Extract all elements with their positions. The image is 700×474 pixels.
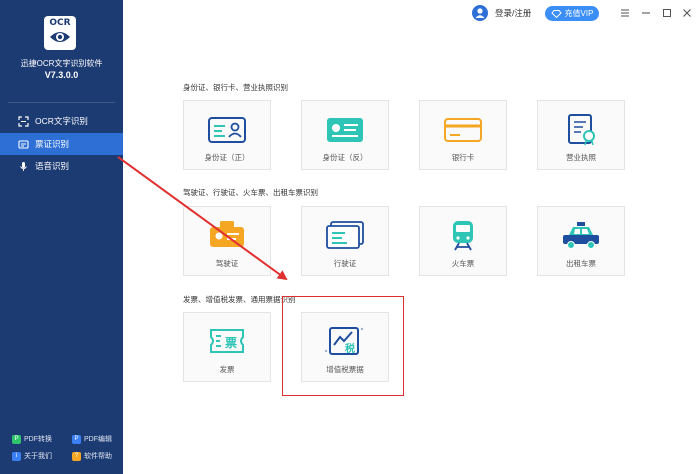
card-label: 驾驶证 [215,259,239,268]
title-bar: 登录/注册 充值VIP [123,0,700,28]
help-label: 软件帮助 [84,453,112,460]
vehicle-license-icon [302,217,388,253]
menu-icon [621,9,629,17]
card-taxi-ticket[interactable]: 出租车票 [537,206,625,276]
app-version: V7.3.0.0 [44,70,79,80]
help-link[interactable]: ? 软件帮助 [72,451,112,461]
highlight-box [282,296,404,396]
section-title-vehicle: 驾驶证、行驶证、火车票、出租车票识别 [183,188,318,197]
card-id-back[interactable]: 身份证（反） [301,100,389,170]
diamond-icon [550,9,562,18]
ticket-icon [18,139,29,150]
card-label: 身份证（正） [204,153,250,162]
card-label: 银行卡 [451,153,475,162]
pdf-convert-icon: P [12,434,21,444]
app-logo: OCR [44,16,76,50]
card-driver-license[interactable]: 驾驶证 [183,206,271,276]
driver-license-icon [184,217,270,253]
vip-label: 充值VIP [564,9,594,18]
id-card-back-icon [302,111,388,147]
card-label: 出租车票 [566,259,596,268]
sidebar-item-label: 票证识别 [35,139,70,149]
close-icon [683,9,691,17]
pdf-convert-label: PDF转换 [24,436,52,443]
about-label: 关于我们 [24,453,52,460]
sidebar-divider [8,102,115,103]
business-license-icon [538,111,624,147]
card-bank-card[interactable]: 银行卡 [419,100,507,170]
sidebar-item-ocr[interactable]: OCR文字识别 [0,110,123,132]
card-label: 发票 [219,365,235,374]
help-icon: ? [72,451,81,461]
card-train-ticket[interactable]: 火车票 [419,206,507,276]
id-card-front-icon [184,111,270,147]
sidebar-item-voice[interactable]: 语音识别 [0,155,123,177]
login-link[interactable]: 登录/注册 [472,5,531,21]
train-icon [420,217,506,253]
minimize-button[interactable] [639,6,653,20]
section-title-invoice: 发票、增值税发票、通用票据识别 [183,295,296,304]
close-button[interactable] [680,6,694,20]
info-icon: i [12,451,21,461]
card-label: 行驶证 [333,259,357,268]
bank-card-icon [420,111,506,147]
pdf-edit-icon: P [72,434,81,444]
minimize-icon [642,12,650,14]
card-id-front[interactable]: 身份证（正） [183,100,271,170]
sidebar-item-label: 语音识别 [35,161,70,171]
avatar-icon [472,5,488,21]
taxi-icon [538,217,624,253]
pdf-edit-label: PDF编辑 [84,436,112,443]
invoice-glyph: 票 [225,336,237,350]
card-label: 营业执照 [566,153,596,162]
login-label: 登录/注册 [495,8,532,18]
card-label: 火车票 [451,259,475,268]
pdf-convert-link[interactable]: P PDF转换 [12,434,52,444]
pdf-edit-link[interactable]: P PDF编辑 [72,434,112,444]
vip-button[interactable]: 充值VIP [545,6,599,21]
card-vehicle-license[interactable]: 行驶证 [301,206,389,276]
card-label: 身份证（反） [322,153,368,162]
card-business-license[interactable]: 营业执照 [537,100,625,170]
maximize-icon [663,9,671,17]
microphone-icon [18,161,29,172]
menu-button[interactable] [618,6,632,20]
card-invoice[interactable]: 票 发票 [183,312,271,382]
about-link[interactable]: i 关于我们 [12,451,52,461]
eye-icon [50,32,70,42]
maximize-button[interactable] [660,6,674,20]
invoice-icon: 票 [184,323,270,359]
scan-icon [18,115,29,127]
sidebar-item-ticket[interactable]: 票证识别 [0,133,123,155]
app-name: 迅捷OCR文字识别软件 [20,59,103,68]
logo-text: OCR [49,18,71,28]
sidebar-item-label: OCR文字识别 [35,116,88,126]
section-title-id: 身份证、银行卡、营业执照识别 [183,83,288,92]
sidebar: OCR 迅捷OCR文字识别软件 V7.3.0.0 OCR文字识别 票证识别 语音… [0,0,123,474]
